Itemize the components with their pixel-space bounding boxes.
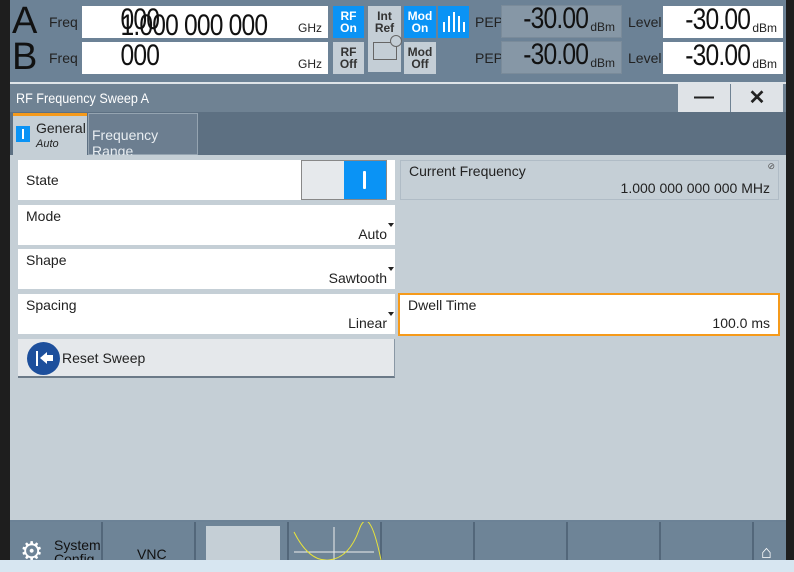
- modulation-bars-icon[interactable]: [438, 6, 469, 38]
- dwell-time-field[interactable]: Dwell Time 100.0 ms: [398, 293, 780, 336]
- dialog-titlebar: RF Frequency Sweep A: [10, 82, 786, 112]
- int-ref-button[interactable]: Int Ref: [368, 6, 402, 72]
- mode-label: Mode: [26, 208, 62, 224]
- level-a-field[interactable]: -30.00 dBm: [663, 3, 783, 38]
- pep-b-label: PEP: [475, 50, 504, 66]
- freq-a-label: Freq: [49, 14, 78, 30]
- mode-select[interactable]: Mode Auto: [18, 205, 395, 245]
- spacing-value: Linear: [348, 315, 387, 331]
- close-button[interactable]: ✕: [731, 84, 783, 112]
- state-on-icon: [16, 126, 30, 142]
- reset-sweep-button[interactable]: Reset Sweep: [18, 339, 395, 378]
- mod-a-toggle[interactable]: Mod On: [404, 6, 436, 38]
- spacing-label: Spacing: [26, 297, 77, 313]
- softkey-graphics[interactable]: [289, 522, 382, 560]
- dwell-time-value: 100.0 ms: [712, 315, 770, 331]
- freq-b-unit: GHz: [298, 57, 322, 71]
- softkey-empty-6[interactable]: [475, 522, 568, 560]
- softkey-dialog-thumbnail[interactable]: [196, 522, 289, 560]
- rf-a-toggle[interactable]: RF On: [333, 6, 364, 38]
- dwell-time-label: Dwell Time: [408, 297, 477, 313]
- shape-value: Sawtooth: [328, 270, 387, 286]
- thumbnail-image: [206, 526, 280, 560]
- state-label: State: [26, 172, 59, 188]
- softkey-empty-7[interactable]: [568, 522, 661, 560]
- softkey-empty-8[interactable]: [661, 522, 754, 560]
- reset-arrow-icon: [27, 342, 60, 375]
- level-b-value: -30.00: [685, 39, 751, 72]
- pep-b-unit: dBm: [590, 56, 615, 70]
- state-toggle[interactable]: [301, 160, 387, 200]
- home-button[interactable]: ⌂: [754, 522, 786, 562]
- softkey-vnc[interactable]: VNC: [103, 522, 196, 562]
- pep-b-display: -30.00 dBm: [501, 38, 622, 74]
- ref-icon: [372, 35, 402, 60]
- level-a-unit: dBm: [752, 21, 777, 35]
- pep-a-unit: dBm: [590, 20, 615, 34]
- rf-b-toggle[interactable]: RF Off: [333, 42, 364, 74]
- tab-general[interactable]: General Auto: [13, 113, 87, 155]
- freq-b-label: Freq: [49, 50, 78, 66]
- level-b-unit: dBm: [752, 57, 777, 71]
- readonly-icon: ⊘: [767, 161, 775, 171]
- channel-b-label: B: [12, 36, 38, 78]
- mod-b-toggle[interactable]: Mod Off: [404, 42, 436, 74]
- pep-a-label: PEP: [475, 14, 504, 30]
- shape-label: Shape: [26, 252, 67, 268]
- shape-select[interactable]: Shape Sawtooth: [18, 249, 395, 289]
- pep-a-value: -30.00: [523, 2, 589, 35]
- spacing-select[interactable]: Spacing Linear: [18, 294, 395, 334]
- current-frequency-display: Current Frequency 1.000 000 000 000 MHz …: [400, 160, 779, 200]
- level-a-value: -30.00: [685, 3, 751, 36]
- tab-general-label: General: [36, 120, 86, 136]
- level-b-field[interactable]: -30.00 dBm: [663, 39, 783, 74]
- current-frequency-value: 1.000 000 000 000 MHz: [620, 180, 770, 196]
- mode-value: Auto: [358, 226, 387, 242]
- minimize-button[interactable]: —: [678, 84, 730, 112]
- int-ref-label: Int Ref: [374, 9, 395, 35]
- dialog-title: RF Frequency Sweep A: [16, 90, 150, 106]
- os-taskbar: [0, 560, 794, 572]
- pep-b-value: -30.00: [523, 38, 589, 71]
- tab-general-sublabel: Auto: [36, 138, 59, 150]
- level-b-label: Level: [628, 50, 662, 66]
- tab-frequency-range[interactable]: Frequency Range: [88, 113, 198, 159]
- freq-b-value: 1.000 000 000 000: [120, 9, 268, 72]
- state-row: State: [18, 160, 395, 200]
- freq-a-unit: GHz: [298, 21, 322, 35]
- freq-b-field[interactable]: 1.000 000 000 000 GHz: [82, 11, 328, 74]
- sine-wave-icon: [293, 522, 382, 560]
- current-frequency-label: Current Frequency: [409, 163, 526, 179]
- softkey-system-config[interactable]: ⚙ System Config: [10, 522, 103, 566]
- pep-a-display: -30.00 dBm: [501, 2, 622, 38]
- reset-sweep-label: Reset Sweep: [62, 350, 146, 366]
- level-a-label: Level: [628, 14, 662, 30]
- softkey-empty-5[interactable]: [382, 522, 475, 560]
